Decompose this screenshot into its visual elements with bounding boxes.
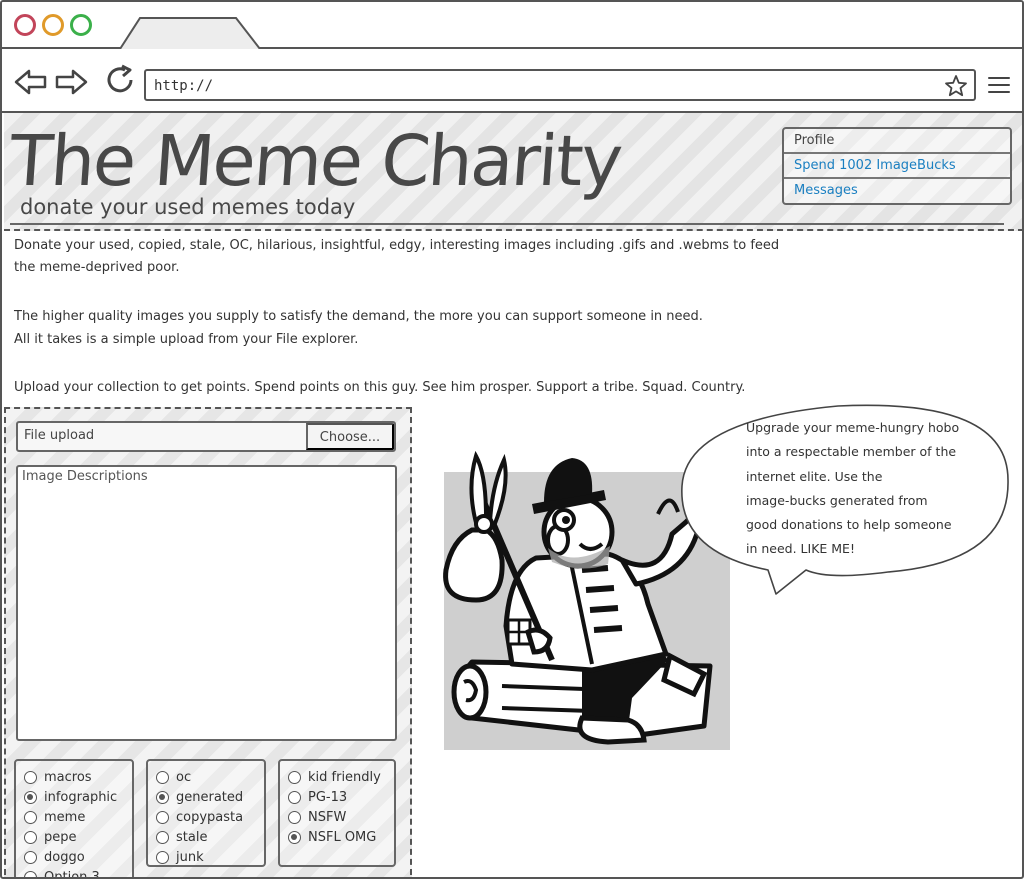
radio-button[interactable]	[24, 830, 37, 844]
site-title: The Meme Charity	[7, 120, 624, 202]
radio-label: NSFW	[308, 809, 347, 825]
radio-option[interactable]: junk	[148, 847, 264, 867]
radio-option[interactable]: kid friendly	[280, 767, 394, 787]
speech-bubble-text: Upgrade your meme-hungry hobo into a res…	[746, 416, 986, 562]
radio-label: pepe	[44, 829, 77, 845]
bubble-line: Upgrade your meme-hungry hobo	[746, 420, 960, 435]
radio-option[interactable]: macros	[16, 767, 132, 787]
radio-button[interactable]	[24, 810, 37, 824]
file-upload-field[interactable]: File upload Choose...	[16, 421, 396, 452]
bubble-line: good donations to help someone	[746, 517, 952, 533]
rating-radio-group: kid friendly PG-13 NSFW NSFL OMG	[278, 759, 396, 867]
maximize-window-button[interactable]	[70, 14, 92, 36]
radio-button[interactable]	[288, 790, 301, 804]
radio-option[interactable]: copypasta	[148, 807, 264, 827]
category-radio-group: macros infographic meme pepe doggo Option 3	[14, 759, 134, 879]
header-divider	[10, 223, 1004, 225]
radio-button[interactable]	[156, 850, 169, 864]
bubble-line: into a respectable member of the	[746, 444, 957, 460]
radio-button[interactable]	[24, 770, 37, 784]
radio-option[interactable]: doggo	[16, 847, 132, 867]
url-input[interactable]	[154, 75, 934, 97]
radio-label: Option 3	[44, 869, 100, 879]
radio-button[interactable]	[24, 790, 37, 804]
radio-label: kid friendly	[308, 769, 381, 785]
bubble-line: image-bucks generated from	[746, 492, 928, 508]
radio-label: macros	[44, 769, 92, 785]
radio-button[interactable]	[288, 770, 301, 784]
radio-label: NSFL OMG	[308, 829, 377, 845]
radio-label: meme	[44, 809, 86, 825]
bubble-line: in need. LIKE ME!	[746, 541, 855, 557]
radio-label: junk	[176, 849, 204, 865]
intro-line: Upload your collection to get points. Sp…	[14, 380, 746, 395]
radio-label: generated	[176, 789, 244, 805]
intro-line: Donate your used, copied, stale, OC, hil…	[14, 238, 780, 253]
minimize-window-button[interactable]	[42, 14, 64, 36]
radio-label: doggo	[44, 849, 85, 865]
messages-link[interactable]: Messages	[784, 179, 1010, 204]
radio-option[interactable]: stale	[148, 827, 264, 847]
navigation-bar	[2, 49, 1022, 113]
profile-link[interactable]: Profile	[784, 129, 1010, 154]
radio-option[interactable]: NSFL OMG	[280, 827, 394, 847]
radio-label: PG-13	[308, 789, 348, 805]
reload-icon[interactable]	[104, 64, 138, 95]
account-menu: Profile Spend 1002 ImageBucks Messages	[782, 127, 1012, 205]
intro-line: All it takes is a simple upload from you…	[14, 332, 359, 347]
site-subtitle: donate your used memes today	[20, 195, 356, 219]
radio-button[interactable]	[156, 830, 169, 844]
bookmark-star-icon[interactable]	[944, 74, 968, 98]
choose-file-button[interactable]: Choose...	[306, 423, 394, 450]
radio-button[interactable]	[24, 870, 37, 877]
bubble-line: internet elite. Use the	[746, 468, 883, 484]
site-header: The Meme Charity donate your used memes …	[4, 113, 1022, 231]
radio-option[interactable]: infographic	[16, 787, 132, 807]
image-descriptions-input[interactable]	[16, 465, 397, 741]
radio-label: copypasta	[176, 809, 244, 825]
browser-tab[interactable]	[118, 16, 262, 51]
radio-label: oc	[176, 769, 192, 785]
radio-button[interactable]	[156, 770, 169, 784]
radio-option[interactable]: generated	[148, 787, 264, 807]
radio-option[interactable]: PG-13	[280, 787, 394, 807]
radio-option[interactable]: oc	[148, 767, 264, 787]
radio-button[interactable]	[288, 830, 301, 844]
radio-option[interactable]: meme	[16, 807, 132, 827]
radio-option[interactable]: NSFW	[280, 807, 394, 827]
radio-label: infographic	[44, 789, 118, 805]
back-arrow-icon[interactable]	[14, 67, 48, 97]
radio-button[interactable]	[156, 790, 169, 804]
origin-radio-group: oc generated copypasta stale junk	[146, 759, 266, 867]
intro-line: the meme-deprived poor.	[14, 260, 180, 275]
close-window-button[interactable]	[14, 14, 36, 36]
radio-option[interactable]: Option 3	[16, 867, 132, 879]
address-bar[interactable]	[144, 69, 976, 101]
title-bar	[2, 2, 1022, 51]
forward-arrow-icon[interactable]	[54, 67, 88, 97]
upload-form: File upload Choose... macrosinfographicm…	[4, 407, 412, 879]
radio-label: stale	[176, 829, 208, 845]
radio-button[interactable]	[288, 810, 301, 824]
spend-imagebucks-link[interactable]: Spend 1002 ImageBucks	[784, 154, 1010, 179]
hamburger-menu-icon[interactable]	[988, 77, 1010, 93]
browser-window: The Meme Charity donate your used memes …	[0, 0, 1024, 879]
radio-button[interactable]	[156, 810, 169, 824]
intro-line: The higher quality images you supply to …	[14, 309, 703, 324]
file-upload-label: File upload	[24, 428, 95, 443]
radio-button[interactable]	[24, 850, 37, 864]
radio-option[interactable]: pepe	[16, 827, 132, 847]
